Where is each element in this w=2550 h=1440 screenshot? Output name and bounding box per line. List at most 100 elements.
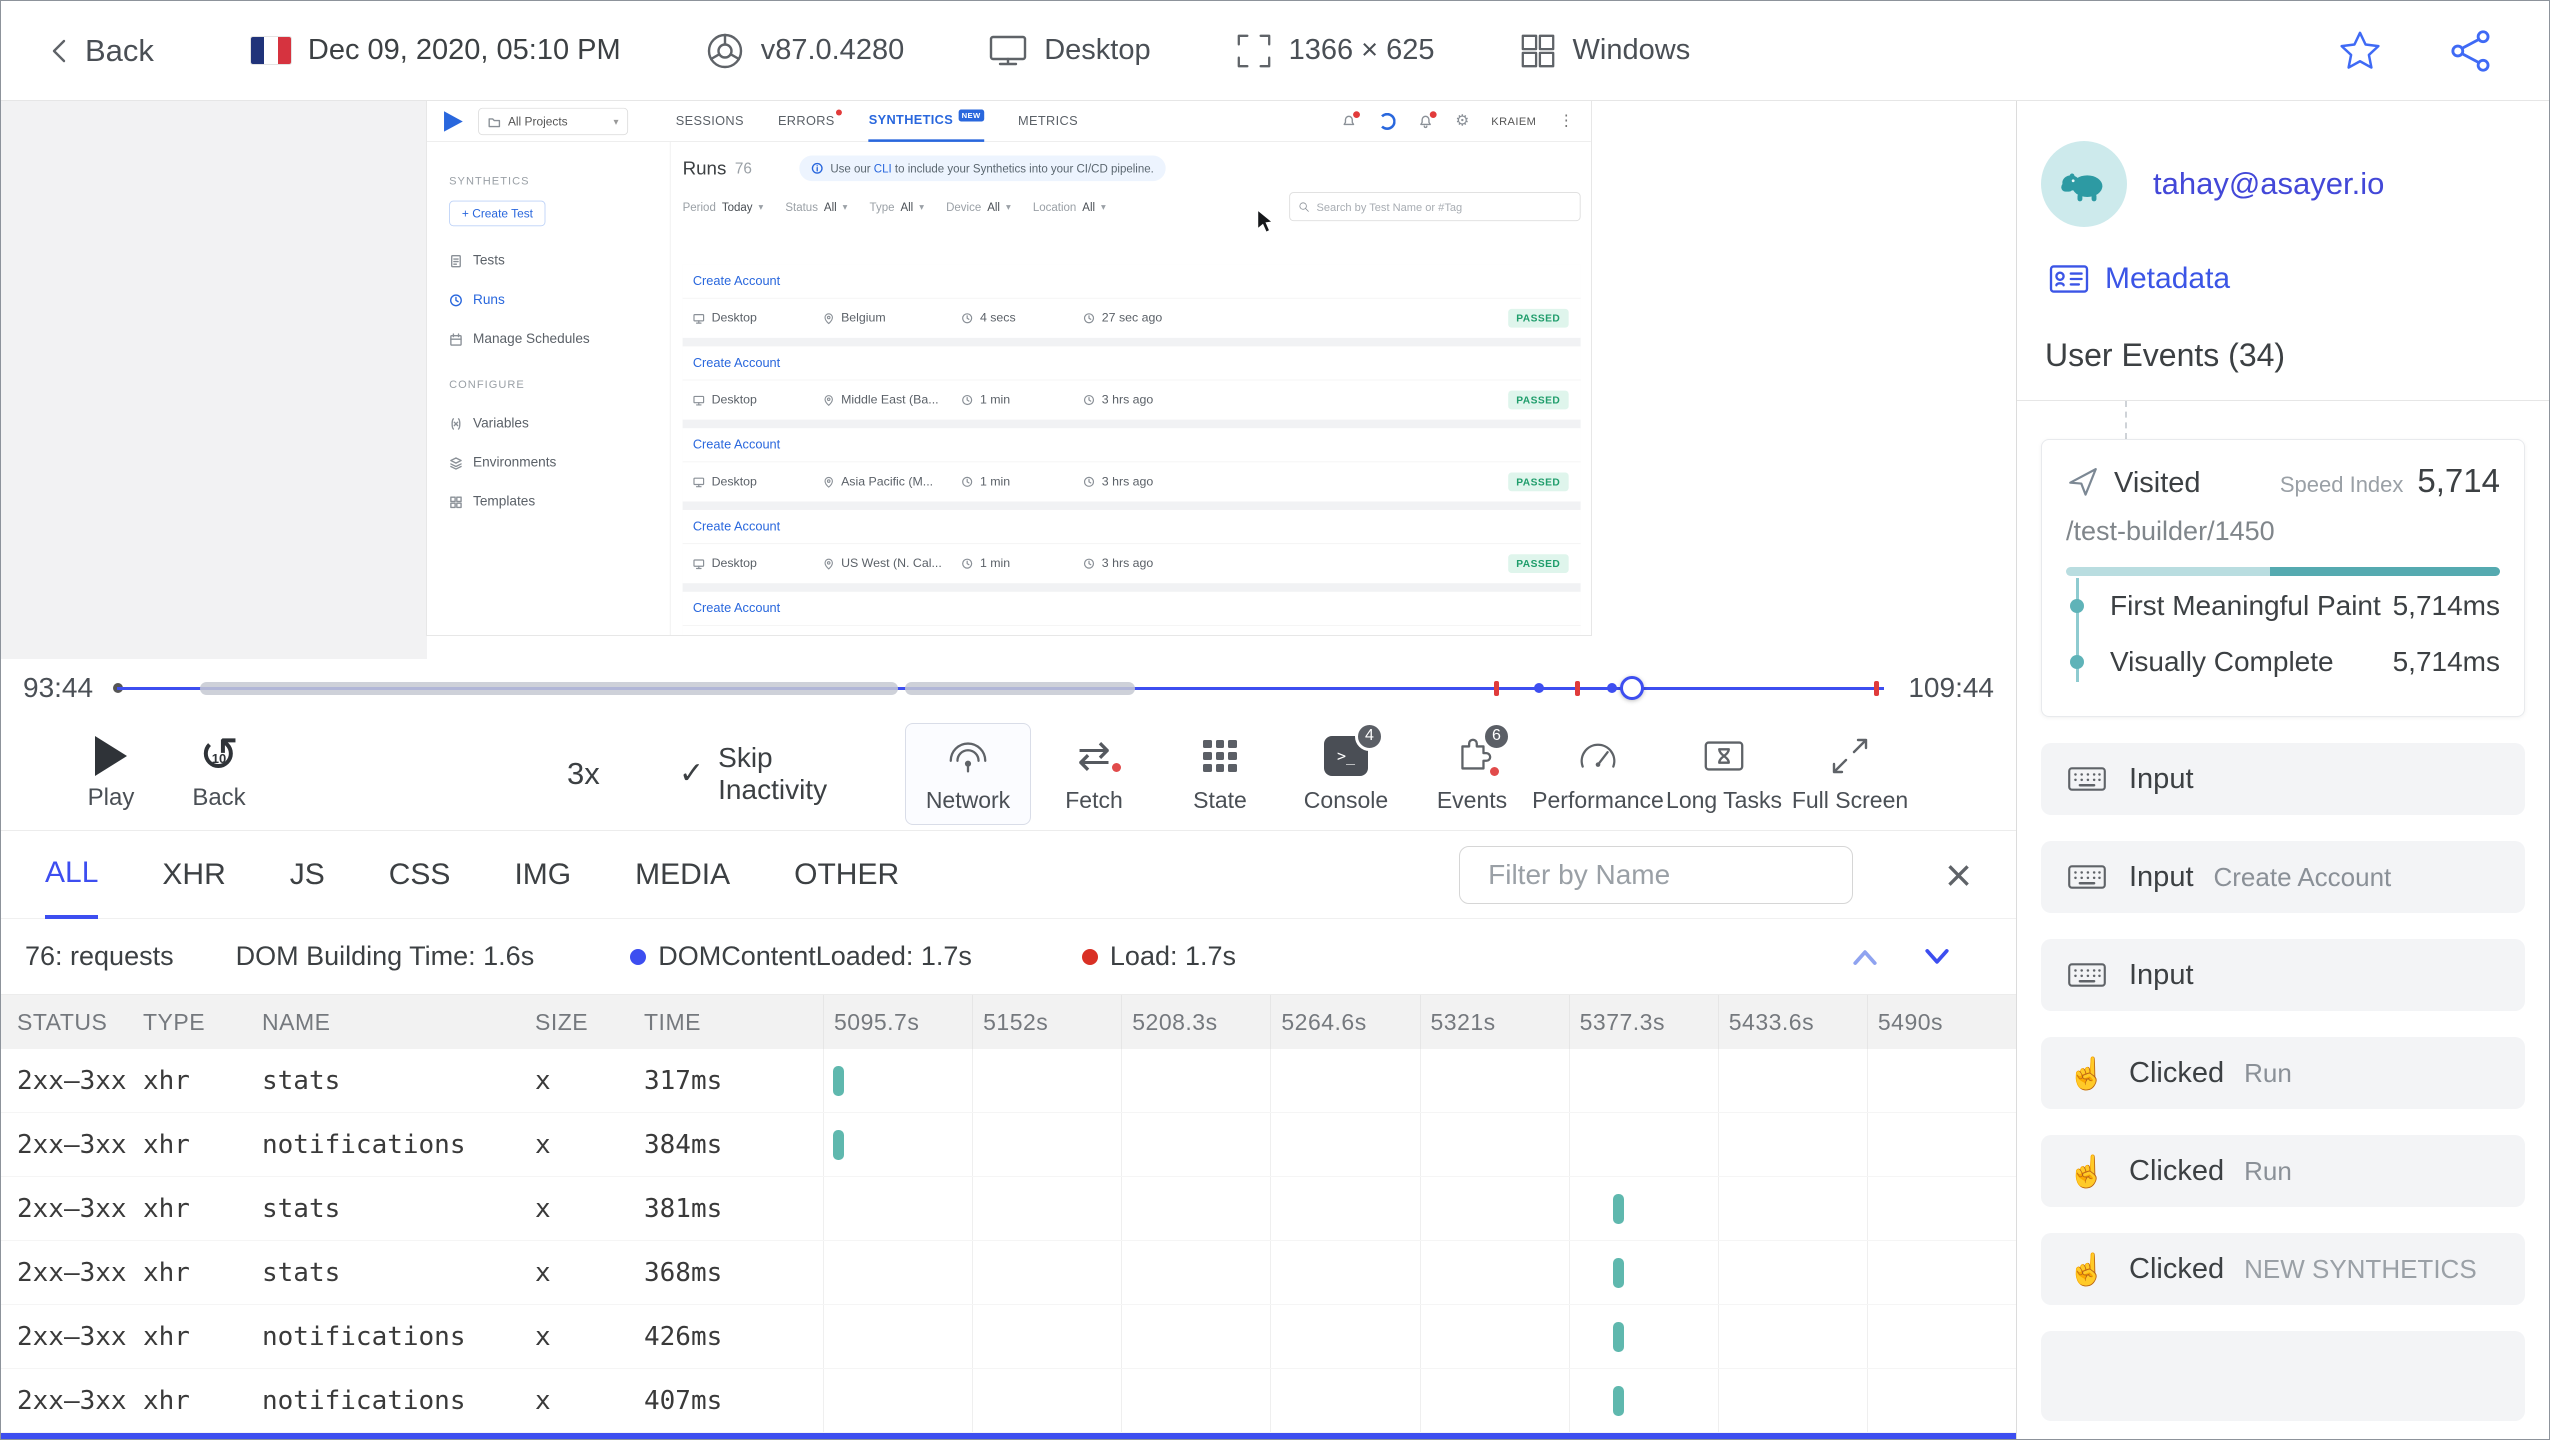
chevron-left-icon — [52, 39, 66, 62]
run-row: Create Account Desktop Middle East (Ba..… — [682, 346, 1581, 420]
chevron-down-icon: ▾ — [613, 115, 619, 127]
fetch-icon: ⇄ — [1077, 734, 1121, 778]
os-name: Windows — [1572, 34, 1691, 66]
event-marker[interactable] — [1606, 683, 1617, 693]
playback-speed-button[interactable]: 3x — [567, 756, 617, 792]
metadata-button[interactable]: Metadata — [2041, 261, 2525, 297]
back-button[interactable]: Back — [45, 33, 154, 69]
input-event-card[interactable]: Input — [2041, 939, 2525, 1011]
speed-index-value: 5,714 — [2417, 462, 2500, 499]
settings-gear-icon: ⚙ — [1455, 112, 1470, 130]
location-pin-icon — [824, 312, 833, 324]
keyboard-icon — [2065, 861, 2109, 893]
hippo-icon — [2061, 173, 2103, 202]
click-event-card[interactable]: ☝ Clicked Run — [2041, 1037, 2525, 1109]
rewind-icon: ↺ 10 — [198, 728, 240, 782]
long-tasks-tool-button[interactable]: Long Tasks — [1661, 723, 1787, 825]
paint-progress-bar — [2066, 567, 2500, 576]
input-event-card[interactable]: Input — [2041, 743, 2525, 815]
replayed-nav-sessions: SESSIONS — [675, 113, 744, 129]
close-panel-button[interactable]: × — [1945, 852, 1972, 898]
filter-by-name-input[interactable] — [1459, 845, 1854, 904]
table-row[interactable]: 2xx–3xx xhr notifications x 384ms — [1, 1113, 2016, 1177]
replayed-page-title: Runs — [682, 157, 727, 179]
metric-row: Visually Complete 5,714ms — [2070, 634, 2500, 690]
runs-filter-bar: Period Today ▾ Status All ▾ Type All ▾ Device A… — [683, 192, 1581, 222]
full-screen-tool-button[interactable]: Full Screen — [1787, 723, 1913, 825]
pointer-hand-icon: ☝ — [2067, 1153, 2107, 1189]
next-chevron-icon[interactable] — [1922, 946, 1952, 968]
visited-event-card[interactable]: Visited Speed Index 5,714 /test-builder/… — [2041, 439, 2525, 717]
folder-icon — [488, 117, 501, 127]
error-marker[interactable] — [1493, 680, 1499, 696]
filter-status: Status All ▾ — [785, 200, 848, 214]
loading-spinner-icon — [1378, 112, 1396, 130]
table-row[interactable]: 2xx–3xx xhr notifications x 407ms — [1, 1369, 2016, 1433]
search-icon — [1299, 201, 1309, 212]
fetch-tool-button[interactable]: ⇄ Fetch — [1031, 723, 1157, 825]
browser-icon — [707, 33, 742, 68]
tab-xhr[interactable]: XHR — [162, 831, 225, 919]
prev-chevron-icon[interactable] — [1850, 946, 1880, 968]
metric-dot — [2070, 599, 2084, 613]
error-marker[interactable] — [1873, 680, 1879, 696]
click-event-card[interactable]: ☝ Clicked NEW SYNTHETICS — [2041, 1233, 2525, 1305]
network-tool-button[interactable]: Network — [905, 722, 1031, 825]
click-event-card[interactable]: ☝ Clicked Run — [2041, 1135, 2525, 1207]
tab-css[interactable]: CSS — [389, 831, 451, 919]
partial-event-card[interactable] — [2041, 1331, 2525, 1421]
keyboard-icon — [2065, 959, 2109, 991]
dom-content-loaded: DOMContentLoaded: 1.7s — [630, 941, 972, 972]
replayed-content: Runs 76 Use our CLI to include your Synt… — [671, 142, 1591, 635]
flask-icon — [1341, 110, 1360, 128]
play-icon — [95, 735, 127, 776]
sidebar-item-runs: Runs — [427, 281, 670, 320]
sidebar-section-synthetics: SYNTHETICS — [449, 174, 530, 188]
errors-alert-dot — [836, 109, 843, 116]
user-email[interactable]: tahay@asayer.io — [2153, 166, 2384, 202]
table-row[interactable]: 2xx–3xx xhr stats x 381ms — [1, 1177, 2016, 1241]
inactivity-segment — [200, 681, 899, 695]
play-button[interactable]: Play — [71, 735, 151, 812]
table-row[interactable]: 2xx–3xx xhr notifications x 426ms — [1, 1305, 2016, 1369]
skip-inactivity-toggle[interactable]: ✓ Skip Inactivity — [679, 742, 889, 806]
duration-clock-icon — [962, 313, 973, 324]
browser-group: v87.0.4280 — [705, 31, 904, 71]
favorite-star-icon[interactable] — [2337, 29, 2383, 73]
col-size: SIZE — [535, 1008, 589, 1035]
input-event-card[interactable]: Input Create Account — [2041, 841, 2525, 913]
col-name: NAME — [262, 1008, 331, 1035]
tab-img[interactable]: IMG — [514, 831, 571, 919]
timeline-scrubber[interactable] — [1619, 676, 1644, 700]
duration-clock-icon — [962, 394, 973, 406]
table-row[interactable]: 2xx–3xx xhr stats x 368ms — [1, 1241, 2016, 1305]
tab-other[interactable]: OTHER — [794, 831, 899, 919]
tab-all[interactable]: ALL — [45, 831, 99, 919]
waterfall-bar — [1612, 1257, 1624, 1288]
timeline-track[interactable] — [113, 671, 1885, 705]
table-header: STATUS TYPE NAME SIZE TIME 5095.7s 5152s 5… — [1, 995, 2016, 1049]
events-tool-button[interactable]: 6 Events — [1409, 721, 1535, 825]
replay-viewport[interactable]: All Projects ▾ SESSIONS ERRORS SYNTHETIC… — [1, 101, 2016, 659]
requests-count: 76: requests — [25, 941, 174, 971]
clock-icon — [450, 294, 462, 307]
console-tool-button[interactable]: >_ 4 Console — [1283, 721, 1409, 825]
desktop-icon — [990, 35, 1027, 65]
tab-media[interactable]: MEDIA — [635, 831, 730, 919]
state-tool-button[interactable]: State — [1157, 723, 1283, 825]
run-row: Create Account PASSED — [682, 591, 1581, 635]
new-badge: NEW — [958, 109, 984, 122]
events-connector — [2125, 401, 2525, 439]
device-group: Desktop — [988, 33, 1151, 69]
tab-js[interactable]: JS — [290, 831, 325, 919]
share-icon[interactable] — [2449, 29, 2493, 73]
event-marker[interactable] — [1534, 683, 1545, 693]
back-10s-button[interactable]: ↺ 10 Back — [179, 728, 259, 812]
viewport-gutter — [1, 101, 427, 659]
error-marker[interactable] — [1575, 680, 1581, 696]
replayed-sidebar: SYNTHETICS + Create Test Tests Runs Mana… — [427, 141, 671, 635]
replayed-project-label: All Projects — [507, 114, 568, 128]
table-row[interactable]: 2xx–3xx xhr stats x 317ms — [1, 1049, 2016, 1113]
metric-row: First Meaningful Paint 5,714ms — [2070, 578, 2500, 634]
performance-tool-button[interactable]: Performance — [1532, 723, 1664, 825]
